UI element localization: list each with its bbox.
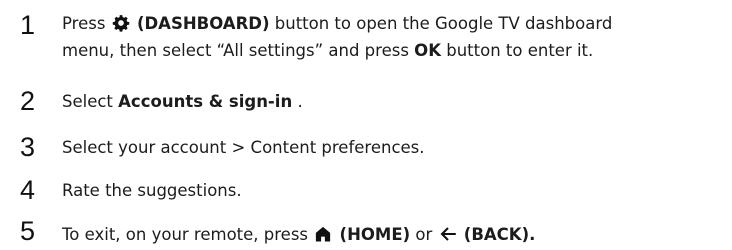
step-text: Rate the suggestions. — [62, 181, 242, 200]
step-text-segment: To exit, on your remote, press — [62, 225, 309, 244]
step-bold-text: (HOME) — [339, 225, 411, 244]
step-text-segment: or — [415, 225, 433, 244]
step-text-segment: . — [297, 92, 303, 111]
back-arrow-icon — [439, 225, 457, 250]
step-text: Select your account > Content preference… — [62, 138, 425, 157]
step-number: 1 — [20, 10, 36, 40]
step-bold-text: (DASHBOARD) — [136, 14, 270, 33]
step-bold-text: Accounts & sign-in — [118, 92, 293, 111]
gear-icon — [112, 14, 130, 39]
step-text: Press (DASHBOARD) button to open the Goo… — [62, 12, 730, 63]
step-number: 3 — [20, 132, 36, 162]
step-text-segment: Select — [62, 92, 113, 111]
step-text-segment: menu, then select “All settings” and pre… — [62, 41, 409, 60]
step-bold-text: (BACK). — [463, 225, 536, 244]
step-bold-text: OK — [414, 41, 441, 60]
step-number: 2 — [20, 86, 36, 116]
step-text-segment: Press — [62, 14, 106, 33]
step-text: Select Accounts & sign-in . — [62, 90, 730, 114]
step-text-segment: button to open the Google TV dashboard — [274, 14, 613, 33]
step-number: 4 — [20, 175, 36, 205]
step-text-segment: button to enter it. — [446, 41, 594, 60]
step-number: 5 — [20, 216, 36, 246]
home-icon — [314, 225, 332, 250]
